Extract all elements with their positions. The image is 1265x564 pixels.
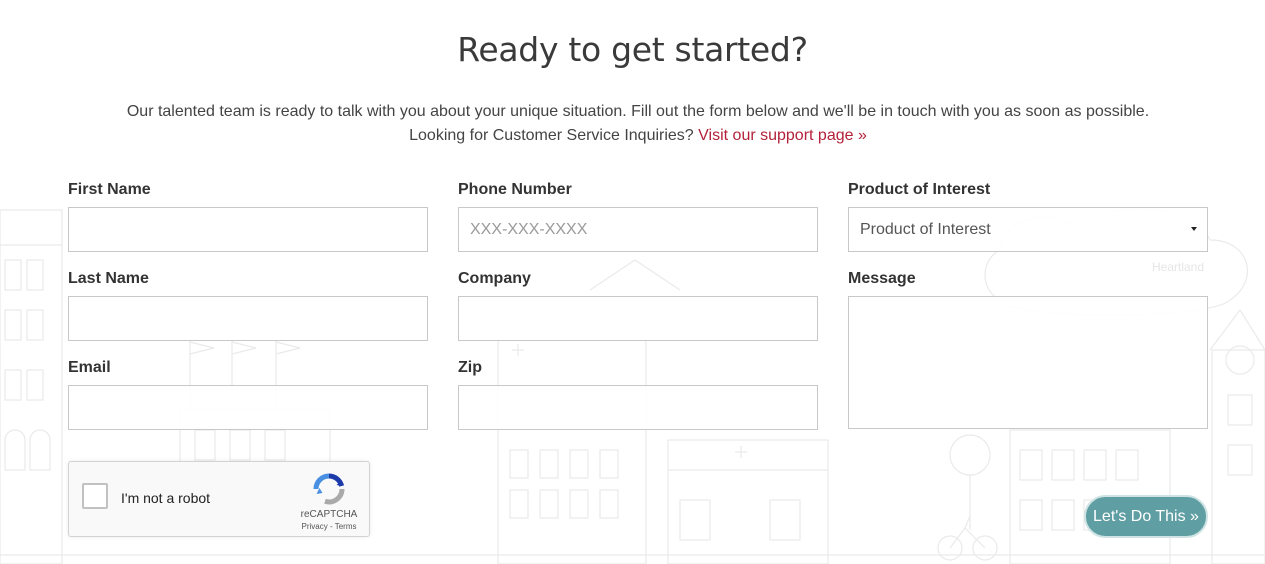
product-of-interest-select[interactable]: Product of Interest (848, 207, 1208, 252)
last-name-label: Last Name (68, 270, 149, 287)
zip-label: Zip (458, 359, 482, 376)
company-label: Company (458, 270, 531, 287)
intro-text: Our talented team is ready to talk with … (0, 100, 1265, 148)
product-of-interest-label: Product of Interest (848, 181, 991, 198)
caret-down-icon (1191, 227, 1197, 231)
recaptcha-checkbox[interactable] (82, 483, 108, 509)
intro-question: Looking for Customer Service Inquiries? (409, 127, 694, 144)
company-input[interactable] (458, 296, 818, 341)
recaptcha-brand: reCAPTCHA (300, 509, 358, 520)
support-page-link[interactable]: Visit our support page » (698, 127, 867, 144)
email-input[interactable] (68, 385, 428, 430)
submit-button[interactable]: Let's Do This » (1084, 495, 1208, 538)
message-textarea[interactable] (848, 296, 1208, 429)
message-label: Message (848, 270, 916, 287)
contact-section: Ready to get started? Our talented team … (0, 0, 1265, 564)
product-selected-value: Product of Interest (860, 221, 991, 238)
intro-line-1: Our talented team is ready to talk with … (126, 103, 1150, 120)
page-title: Ready to get started? (457, 30, 808, 69)
recaptcha-label: I'm not a robot (121, 490, 211, 506)
intro-line-2: Looking for Customer Service Inquiries? … (0, 124, 1265, 148)
first-name-label: First Name (68, 181, 151, 198)
recaptcha-widget: I'm not a robot reCAPTCHA Privacy - Term… (68, 461, 370, 537)
email-label: Email (68, 359, 111, 376)
recaptcha-privacy-terms[interactable]: Privacy - Terms (293, 522, 365, 531)
zip-input[interactable] (458, 385, 818, 430)
recaptcha-logo-icon (313, 473, 345, 505)
phone-number-input[interactable] (458, 207, 818, 252)
phone-number-label: Phone Number (458, 181, 572, 198)
first-name-input[interactable] (68, 207, 428, 252)
last-name-input[interactable] (68, 296, 428, 341)
